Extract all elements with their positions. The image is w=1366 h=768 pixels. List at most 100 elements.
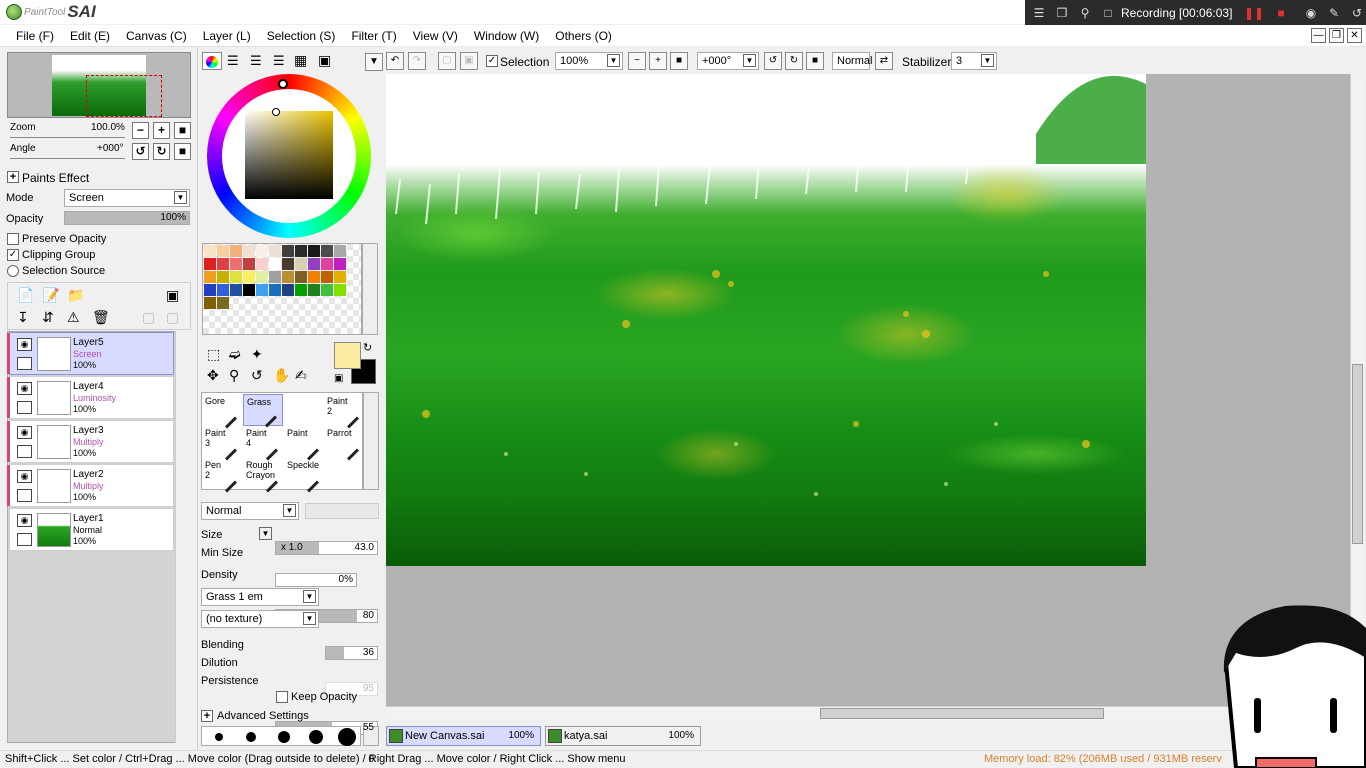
layer-row[interactable]: ◉ Layer4 Luminosity 100% xyxy=(7,376,174,419)
brush-slot[interactable]: Speckle xyxy=(284,458,324,493)
color-wheel-tab[interactable] xyxy=(202,52,222,70)
color-swatch[interactable] xyxy=(269,284,281,296)
menu-window[interactable]: Window (W) xyxy=(466,29,547,43)
color-swatch[interactable] xyxy=(256,271,268,283)
menu-layer[interactable]: Layer (L) xyxy=(195,29,259,43)
color-swatch[interactable] xyxy=(308,258,320,270)
layer-row[interactable]: ◉ Layer5 Screen 100% xyxy=(7,332,174,375)
restore-button[interactable]: ❐ xyxy=(1329,28,1344,43)
menu-selection[interactable]: Selection (S) xyxy=(259,29,344,43)
mode-select[interactable]: Screen ▼ xyxy=(64,189,190,207)
rotate-reset-button[interactable]: ■ xyxy=(806,52,824,70)
delete-layer-icon[interactable]: 🗑 xyxy=(92,309,110,326)
swap-colors-icon[interactable]: ↻ xyxy=(363,341,372,354)
color-swatch[interactable] xyxy=(295,271,307,283)
color-swatch[interactable] xyxy=(321,271,333,283)
zoom-in-button[interactable]: + xyxy=(649,52,667,70)
size-slider[interactable]: x 1.0 43.0 xyxy=(275,541,378,555)
angle-select[interactable]: +000° ▼ xyxy=(697,52,759,70)
color-swatch[interactable] xyxy=(334,271,346,283)
navigator-preview[interactable] xyxy=(7,52,191,118)
color-swatch[interactable] xyxy=(269,245,281,257)
merge-down-icon[interactable]: ⇵ xyxy=(42,309,54,326)
color-swatch[interactable] xyxy=(321,284,333,296)
color-swatch[interactable] xyxy=(308,284,320,296)
layer-row[interactable]: ◉ Layer2 Multiply 100% xyxy=(7,464,174,507)
expand-icon[interactable]: + xyxy=(7,171,19,183)
menu-icon[interactable]: ☰ xyxy=(1030,6,1048,20)
color-swatch[interactable] xyxy=(230,271,242,283)
brush-shape-presets[interactable] xyxy=(305,503,379,519)
brush-slot[interactable]: Parrot xyxy=(324,426,364,461)
eye-icon[interactable]: ◉ xyxy=(17,514,32,527)
zoom-out-button[interactable]: − xyxy=(132,122,149,139)
brush-slot[interactable]: Paint xyxy=(284,426,324,461)
color-swatch[interactable] xyxy=(269,258,281,270)
color-swatch[interactable] xyxy=(217,297,229,309)
redo-button[interactable]: ↷ xyxy=(408,52,426,70)
lock-box[interactable] xyxy=(17,489,32,502)
menu-filter[interactable]: Filter (T) xyxy=(343,29,404,43)
layer-row[interactable]: ◉ Layer1 Normal 100% xyxy=(9,508,174,551)
lasso-icon[interactable]: ➫ xyxy=(229,346,241,363)
deselect-button[interactable]: ▢ xyxy=(438,52,456,70)
menu-view[interactable]: View (V) xyxy=(405,29,466,43)
color-swatch[interactable] xyxy=(204,297,216,309)
color-swatch[interactable] xyxy=(204,245,216,257)
view-blend-select[interactable]: Normal xyxy=(832,52,872,70)
menu-edit[interactable]: Edit (E) xyxy=(62,29,118,43)
selection-source-radio[interactable] xyxy=(7,265,19,277)
color-swatch[interactable] xyxy=(295,245,307,257)
color-swatch[interactable] xyxy=(243,284,255,296)
dot-icon[interactable] xyxy=(338,728,356,746)
vertical-scroll-thumb[interactable] xyxy=(1352,364,1363,544)
default-colors-icon[interactable]: ▣ xyxy=(334,373,343,384)
move-icon[interactable]: ✥ xyxy=(207,367,219,384)
zoom-reset-button[interactable]: ■ xyxy=(670,52,688,70)
color-swatch[interactable] xyxy=(334,258,346,270)
layer-list-scrollbar[interactable] xyxy=(175,331,191,743)
color-swatch[interactable] xyxy=(256,258,268,270)
menu-others[interactable]: Others (O) xyxy=(547,29,620,43)
color-swatch[interactable] xyxy=(321,245,333,257)
color-swatch[interactable] xyxy=(282,245,294,257)
color-swatch[interactable] xyxy=(230,258,242,270)
new-folder-icon[interactable]: 📁 xyxy=(67,287,84,304)
color-swatch[interactable] xyxy=(295,284,307,296)
color-swatch[interactable] xyxy=(334,284,346,296)
zoom-reset-button[interactable]: ■ xyxy=(174,122,191,139)
eye-icon[interactable]: ◉ xyxy=(17,426,32,439)
color-swatch[interactable] xyxy=(230,284,242,296)
scratchpad-icon[interactable]: ▣ xyxy=(318,52,331,69)
brush-slot-selected[interactable]: Grass xyxy=(243,394,283,428)
fullscreen-icon[interactable]: □ xyxy=(1099,6,1117,20)
brush-slot[interactable]: Paint 2 xyxy=(324,394,364,429)
transfer-down-icon[interactable]: ↧ xyxy=(17,309,29,326)
brush-slot-empty[interactable] xyxy=(284,394,324,426)
color-swatch[interactable] xyxy=(256,284,268,296)
color-swatch[interactable] xyxy=(282,284,294,296)
magic-wand-icon[interactable]: ✦ xyxy=(251,346,263,363)
clipping-group-checkbox[interactable]: ✓ xyxy=(7,249,19,261)
color-sv-square[interactable] xyxy=(245,111,333,199)
zoom-in-button[interactable]: + xyxy=(153,122,170,139)
brush-slot[interactable]: Pen 2 xyxy=(202,458,242,493)
selection-checkbox[interactable]: ✓ xyxy=(486,55,498,67)
color-swatch[interactable] xyxy=(217,271,229,283)
color-swatch[interactable] xyxy=(308,245,320,257)
preserve-opacity-checkbox[interactable] xyxy=(7,233,19,245)
lock-box[interactable] xyxy=(17,401,32,414)
dot-icon[interactable] xyxy=(246,732,256,742)
swatch-scrollbar[interactable] xyxy=(362,243,378,335)
brush-icon[interactable] xyxy=(17,357,32,370)
sv-picker-handle[interactable] xyxy=(272,108,280,116)
color-swatch[interactable] xyxy=(217,284,229,296)
hand-icon[interactable]: ✋ xyxy=(273,367,290,384)
camera-icon[interactable]: ◉ xyxy=(1302,6,1320,20)
tab-new-canvas[interactable]: New Canvas.sai 100% xyxy=(386,726,541,746)
invert-selection-button[interactable]: ▣ xyxy=(460,52,478,70)
minimize-button[interactable]: — xyxy=(1311,28,1326,43)
color-swatch[interactable] xyxy=(334,245,346,257)
hsv-slider-icon[interactable]: ☰ xyxy=(250,53,262,69)
layer-row[interactable]: ◉ Layer3 Multiply 100% xyxy=(7,420,174,463)
